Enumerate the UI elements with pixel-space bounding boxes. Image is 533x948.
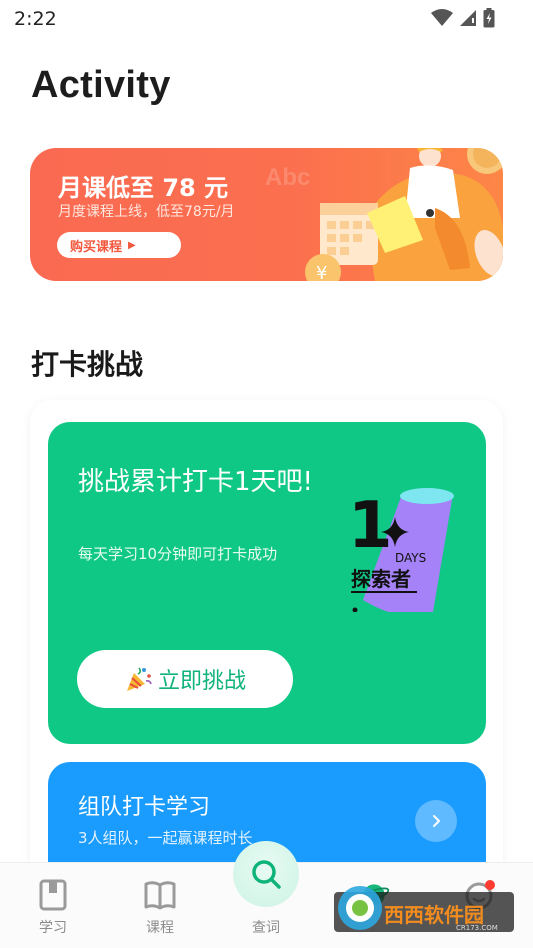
chevron-right-icon (433, 815, 440, 827)
nav-item-study[interactable]: 学习 (13, 863, 93, 948)
explorer-badge-illustration: 1 DAYS 探索者 (348, 488, 454, 612)
promo-banner[interactable]: 月课低至 78 元 月度课程上线，低至78元/月 购买课程 ▶ Abc ¥ (30, 148, 503, 281)
party-popper-icon (126, 667, 152, 691)
lookup-search-button[interactable] (233, 841, 299, 907)
badge-days: DAYS (395, 551, 426, 565)
arrow-right-icon: ▶ (128, 239, 136, 251)
page-title: Activity (31, 64, 171, 106)
site-watermark: 西西软件园 CR173.COM (334, 886, 514, 932)
challenge-card[interactable]: 挑战累计打卡1天吧! 每天学习10分钟即可打卡成功 1 DAYS 探索者 立即挑… (48, 422, 486, 744)
nav-item-courses[interactable]: 课程 (120, 863, 200, 948)
promo-art-text: Abc (265, 164, 310, 191)
team-title: 组队打卡学习 (78, 795, 211, 820)
challenge-subtitle: 每天学习10分钟即可打卡成功 (78, 545, 278, 563)
promo-illustration: Abc ¥ (265, 148, 503, 281)
start-challenge-button[interactable]: 立即挑战 (77, 650, 293, 708)
watermark-sub: CR173.COM (456, 924, 498, 932)
battery-icon (483, 8, 495, 28)
team-subtitle: 3人组队，一起赢课程时长 (78, 829, 253, 847)
status-icons (431, 8, 495, 28)
buy-course-label: 购买课程 (70, 239, 123, 255)
section-title-checkin: 打卡挑战 (31, 348, 144, 381)
status-bar: 2:22 (0, 0, 533, 38)
status-time: 2:22 (14, 8, 57, 30)
search-icon (252, 860, 281, 889)
nav-label-courses: 课程 (146, 920, 174, 936)
buy-course-button[interactable]: 购买课程 ▶ (57, 232, 181, 258)
nav-label-lookup: 查词 (252, 920, 280, 936)
start-challenge-label: 立即挑战 (157, 669, 246, 694)
svg-text:¥: ¥ (316, 263, 327, 281)
badge-number: 1 (348, 489, 393, 563)
team-arrow-button[interactable] (415, 800, 457, 842)
book-icon (144, 879, 176, 911)
promo-title: 月课低至 78 元 (58, 174, 229, 202)
challenge-title: 挑战累计打卡1天吧! (78, 467, 313, 497)
signal-icon (460, 10, 476, 26)
wifi-icon (431, 9, 453, 26)
nav-label-study: 学习 (39, 920, 67, 936)
badge-label: 探索者 (351, 567, 411, 591)
promo-subtitle: 月度课程上线，低至78元/月 (58, 204, 235, 220)
notebook-icon (37, 879, 69, 911)
